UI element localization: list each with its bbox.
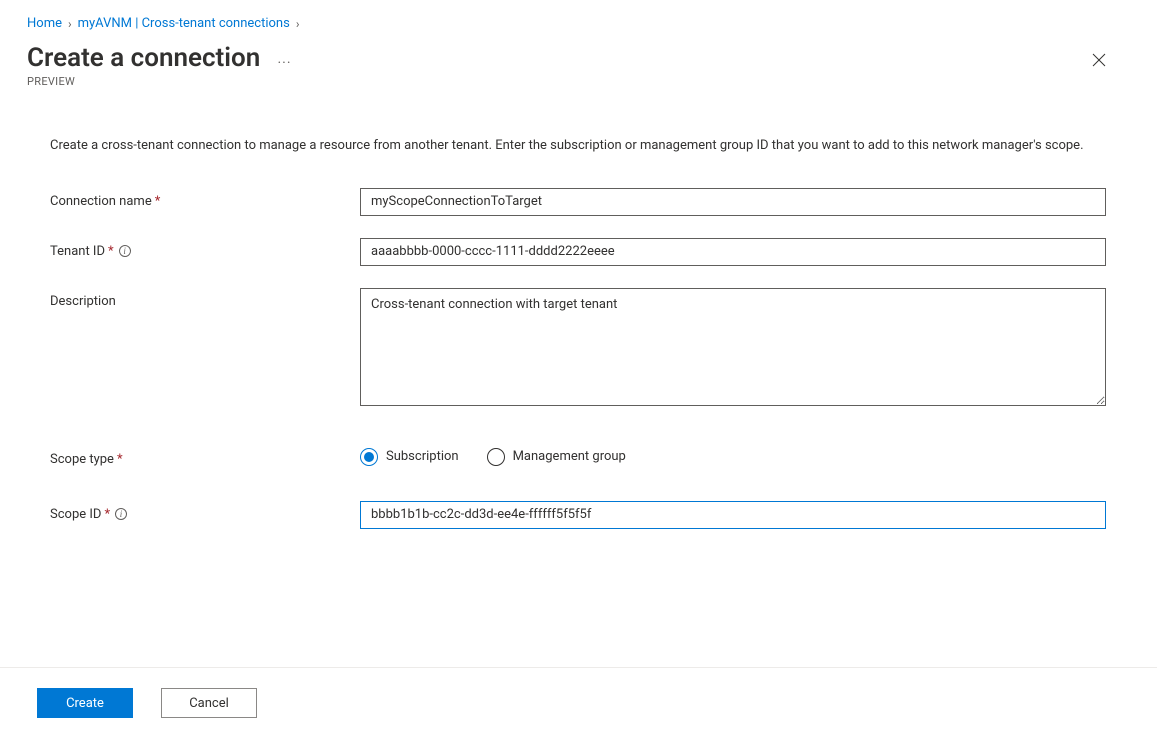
breadcrumb: Home › myAVNM | Cross-tenant connections… <box>0 0 1157 37</box>
breadcrumb-home[interactable]: Home <box>27 16 62 31</box>
info-icon[interactable]: i <box>119 245 131 257</box>
cancel-button[interactable]: Cancel <box>161 688 257 718</box>
radio-management-group-label: Management group <box>513 449 626 464</box>
footer: Create Cancel <box>0 670 1157 742</box>
description-textarea[interactable] <box>360 288 1106 406</box>
required-indicator: * <box>108 244 114 259</box>
required-indicator: * <box>155 194 161 209</box>
label-connection-name: Connection name * <box>50 188 360 209</box>
form-content: Create a cross-tenant connection to mana… <box>0 88 1157 529</box>
scope-id-input[interactable] <box>360 501 1106 529</box>
scope-type-radio-group: Subscription Management group <box>360 446 1106 466</box>
radio-dot-icon <box>364 452 374 462</box>
close-button[interactable] <box>1088 49 1110 75</box>
row-scope-id: Scope ID * i <box>50 501 1107 529</box>
breadcrumb-avnm[interactable]: myAVNM | Cross-tenant connections <box>78 16 290 31</box>
row-connection-name: Connection name * <box>50 188 1107 216</box>
radio-circle-icon <box>487 448 505 466</box>
more-menu-button[interactable]: ··· <box>278 55 292 71</box>
required-indicator: * <box>104 507 110 522</box>
label-description: Description <box>50 288 360 309</box>
info-icon[interactable]: i <box>115 508 127 520</box>
intro-text: Create a cross-tenant connection to mana… <box>50 136 1100 156</box>
row-tenant-id: Tenant ID * i <box>50 238 1107 266</box>
preview-badge: PREVIEW <box>27 75 1088 88</box>
row-description: Description <box>50 288 1107 410</box>
radio-subscription[interactable]: Subscription <box>360 448 459 466</box>
row-scope-type: Scope type * Subscription Management gro… <box>50 446 1107 467</box>
required-indicator: * <box>117 452 123 467</box>
chevron-right-icon: › <box>68 17 72 31</box>
page-header: Create a connection ··· PREVIEW <box>0 37 1157 88</box>
connection-name-input[interactable] <box>360 188 1106 216</box>
radio-circle-icon <box>360 448 378 466</box>
label-scope-type: Scope type * <box>50 446 360 467</box>
close-icon <box>1092 53 1106 67</box>
tenant-id-input[interactable] <box>360 238 1106 266</box>
create-button[interactable]: Create <box>37 688 133 718</box>
footer-divider <box>0 667 1157 668</box>
radio-subscription-label: Subscription <box>386 449 459 464</box>
label-scope-id: Scope ID * i <box>50 501 360 522</box>
page-title: Create a connection <box>27 43 260 73</box>
label-tenant-id: Tenant ID * i <box>50 238 360 259</box>
chevron-right-icon: › <box>296 17 300 31</box>
radio-management-group[interactable]: Management group <box>487 448 626 466</box>
